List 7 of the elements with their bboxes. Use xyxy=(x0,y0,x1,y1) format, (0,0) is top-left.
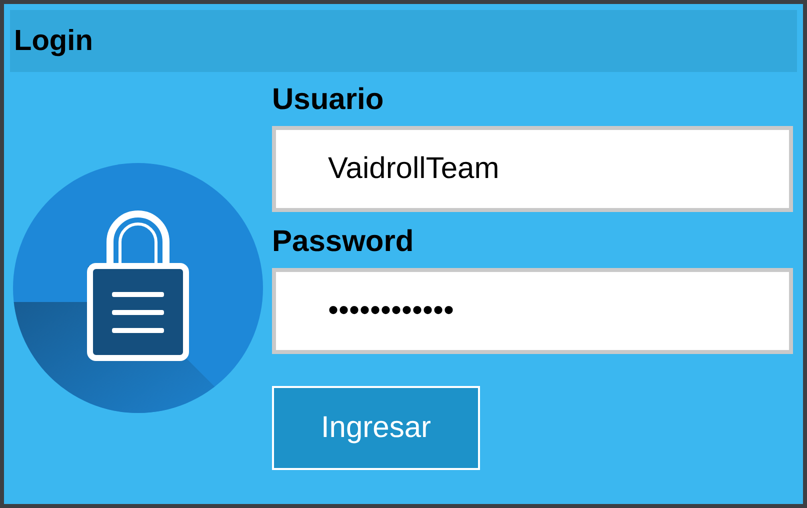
login-button[interactable]: Ingresar xyxy=(272,386,480,470)
field-label: Usuario xyxy=(272,82,384,118)
field-label: Password xyxy=(272,224,414,260)
username-field[interactable]: VaidrollTeam xyxy=(272,126,793,212)
login-title: Login xyxy=(14,24,93,58)
lock-icon xyxy=(12,162,264,414)
password-field[interactable]: •••••••••••• xyxy=(272,268,793,354)
